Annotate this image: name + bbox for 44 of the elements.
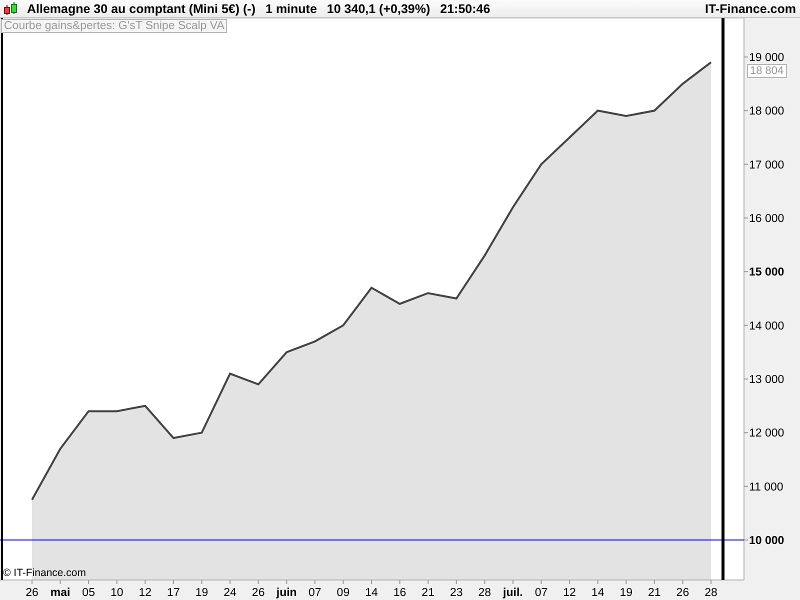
x-axis-label: 07 xyxy=(308,587,322,599)
x-axis-label: 28 xyxy=(478,587,492,599)
y-axis-label: 19 000 xyxy=(749,52,784,64)
y-axis-label: 13 000 xyxy=(749,374,784,386)
x-axis-label: 10 xyxy=(110,587,124,599)
x-axis-label: 09 xyxy=(336,587,350,599)
x-axis-label: mai xyxy=(50,587,70,599)
x-axis-label: 23 xyxy=(450,587,463,599)
time: 21:50:46 xyxy=(440,2,490,16)
x-axis-label: 26 xyxy=(252,587,265,599)
x-axis-label: juil. xyxy=(503,587,523,599)
x-axis-label: 21 xyxy=(422,587,434,599)
brand-name: IT-Finance.com xyxy=(705,2,796,16)
x-axis-label: 19 xyxy=(620,587,633,599)
y-axis-label: 11 000 xyxy=(749,481,784,494)
x-axis-label: 14 xyxy=(365,587,378,599)
x-axis-label: 14 xyxy=(591,587,604,599)
instrument-name: Allemagne 30 au comptant (Mini 5€) (-) xyxy=(27,2,256,16)
x-axis-label: 28 xyxy=(704,587,718,599)
y-axis-label: 12 000 xyxy=(749,428,784,440)
indicator-label: Courbe gains&pertes: G'sT Snipe Scalp VA xyxy=(1,19,228,33)
y-axis-label: 16 000 xyxy=(749,212,784,225)
last-value-label: 18 804 xyxy=(747,64,787,78)
y-axis-label: 15 000 xyxy=(749,266,784,279)
x-axis-label: 19 xyxy=(195,587,208,599)
x-axis-label: 12 xyxy=(138,587,152,599)
y-axis-label: 17 000 xyxy=(749,159,784,172)
x-axis-label: 26 xyxy=(676,587,690,599)
x-axis-label: 16 xyxy=(393,587,406,599)
x-axis-label: 24 xyxy=(224,587,236,599)
x-axis-label: 21 xyxy=(648,587,661,599)
copyright-text: © IT-Finance.com xyxy=(3,567,86,579)
x-axis-label: 17 xyxy=(167,587,180,599)
x-axis-label: 05 xyxy=(82,587,95,599)
timeframe: 1 minute xyxy=(266,2,317,16)
x-axis-label: 26 xyxy=(26,587,38,599)
y-axis-label: 14 000 xyxy=(749,320,784,332)
x-axis-label: 12 xyxy=(563,587,576,599)
candlestick-icon xyxy=(4,2,17,16)
y-axis-label: 18 000 xyxy=(749,106,784,118)
x-axis-label: 07 xyxy=(534,587,548,599)
x-axis-label: juin xyxy=(276,587,297,599)
y-axis-label: 10 000 xyxy=(749,535,784,548)
quote: 10 340,1 (+0,39%) xyxy=(326,2,430,16)
